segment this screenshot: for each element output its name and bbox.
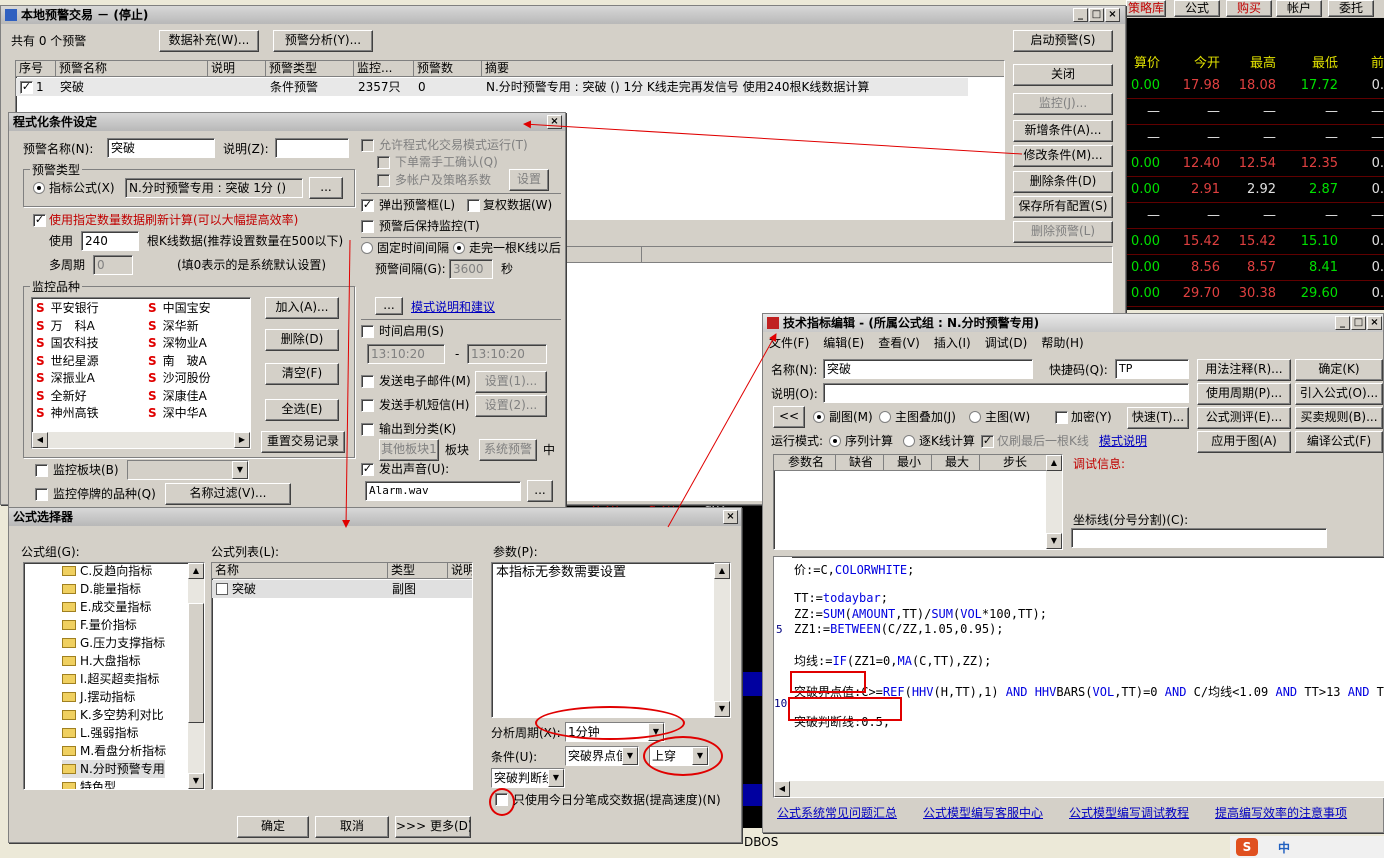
arrow-line xyxy=(342,239,351,528)
arrow-line xyxy=(667,333,777,528)
arrow-line xyxy=(523,120,1023,155)
annotation-arrows xyxy=(342,120,1023,528)
